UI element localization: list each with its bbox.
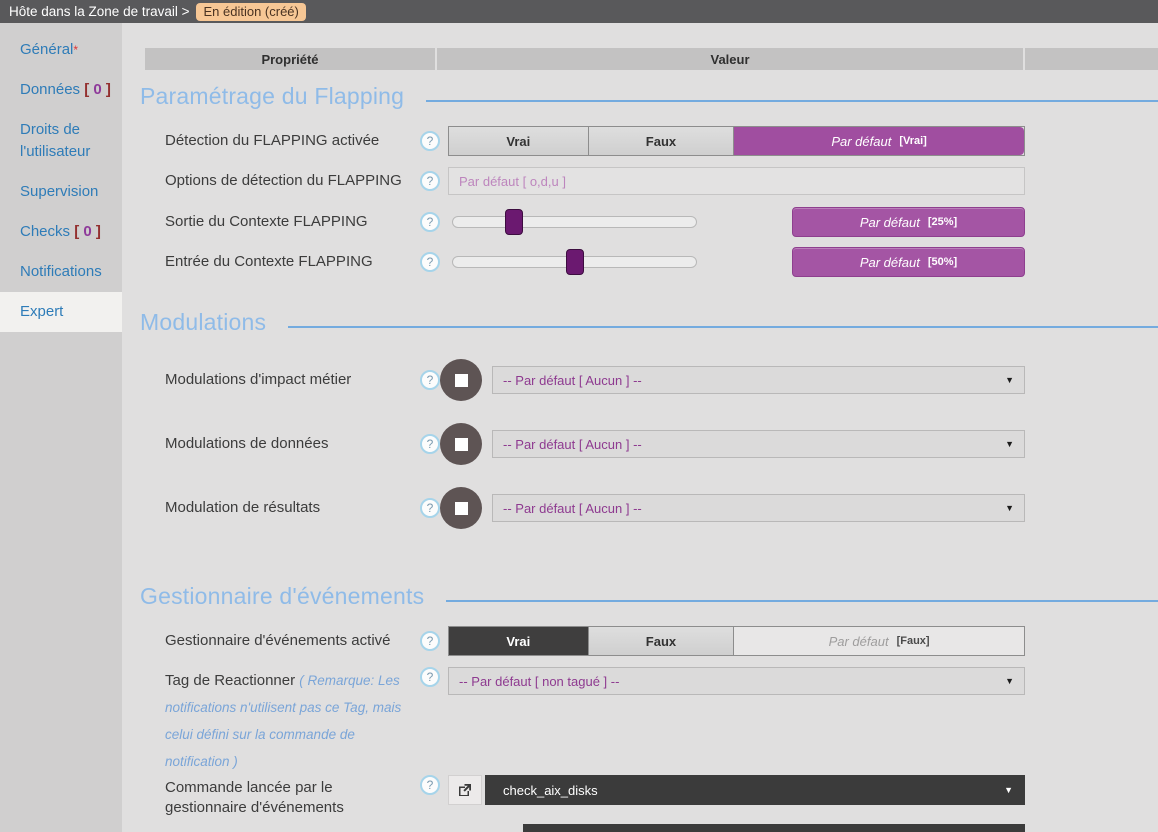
high-threshold-default-button[interactable]: Par défaut [50%] [792,247,1025,277]
checks-count: 0 [83,223,91,240]
reactionner-tag-select[interactable]: -- Par défaut [ non tagué ] -- ▼ [448,667,1025,695]
sidebar-item-expert[interactable]: Expert [0,292,122,332]
row-flapping-detection: Détection du FLAPPING activée ? Vrai Fau… [140,126,1158,156]
help-icon[interactable]: ? [420,667,440,687]
column-header-value: Valeur [437,48,1023,70]
sidebar-item-general[interactable]: Général* [0,30,122,70]
toggle-option-false[interactable]: Faux [589,627,734,655]
chevron-down-icon: ▼ [1005,375,1014,385]
field-label: Commande lancée par le gestionnaire d'év… [140,775,412,818]
high-threshold-slider[interactable] [452,256,697,268]
section-title-event-handler: Gestionnaire d'événements [140,583,1158,610]
row-modulation-impact: Modulations d'impact métier ? -- Par déf… [140,359,1158,401]
column-header-property: Propriété [145,48,435,70]
help-icon[interactable]: ? [420,498,440,518]
low-threshold-default-button[interactable]: Par défaut [25%] [792,207,1025,237]
help-icon[interactable]: ? [420,434,440,454]
flapping-options-input[interactable] [448,167,1025,195]
event-handler-toggle: Vrai Faux Par défaut [Faux] [448,626,1025,656]
section-rule [288,326,1158,328]
external-link-icon [458,783,472,797]
sidebar-item-droits[interactable]: Droits de l'utilisateur [0,110,122,172]
toggle-option-default[interactable]: Par défaut [Faux] [734,627,1024,655]
toggle-option-true[interactable]: Vrai [449,627,589,655]
breadcrumb-bar: Hôte dans la Zone de travail > En éditio… [0,0,1158,23]
low-threshold-slider[interactable] [452,216,697,228]
row-flapping-options: Options de détection du FLAPPING ? [140,167,1158,195]
help-icon[interactable]: ? [420,131,440,151]
field-label: Sortie du Contexte FLAPPING [140,212,412,232]
help-icon[interactable]: ? [420,252,440,272]
row-modulation-donnees: Modulations de données ? -- Par défaut [… [140,423,1158,465]
row-event-handler-enabled: Gestionnaire d'événements activé ? Vrai … [140,626,1158,656]
row-command-args: Args [140,824,1158,832]
field-label: Détection du FLAPPING activée [140,131,412,151]
section-rule [426,100,1158,102]
args-input[interactable] [523,824,1025,832]
flapping-detection-toggle: Vrai Faux Par défaut [Vrai] [448,126,1025,156]
row-event-handler-command: Commande lancée par le gestionnaire d'év… [140,775,1158,818]
help-icon[interactable]: ? [420,370,440,390]
chevron-down-icon: ▼ [1005,503,1014,513]
sidebar-item-supervision[interactable]: Supervision [0,172,122,212]
main-content: Propriété Valeur Paramétrage du Flapping… [140,23,1158,832]
sidebar-item-donnees[interactable]: Données [ 0 ] [0,70,122,110]
stop-button[interactable] [440,423,482,465]
section-rule [446,600,1158,602]
field-label: Modulations de données [140,434,412,454]
sidebar: Général* Données [ 0 ] Droits de l'utili… [0,23,122,832]
toggle-option-true[interactable]: Vrai [449,127,589,155]
field-label: Modulations d'impact métier [140,370,412,390]
help-icon[interactable]: ? [420,775,440,795]
app-root: Hôte dans la Zone de travail > En éditio… [0,0,1158,832]
status-badge: En édition (créé) [196,3,305,21]
stop-icon [455,374,468,387]
modulation-impact-select[interactable]: -- Par défaut [ Aucun ] -- ▼ [492,366,1025,394]
stop-icon [455,438,468,451]
row-flapping-low-threshold: Sortie du Contexte FLAPPING ? Par défaut… [140,207,1158,237]
open-command-button[interactable] [448,775,482,805]
row-flapping-high-threshold: Entrée du Contexte FLAPPING ? Par défaut… [140,247,1158,277]
field-label: Options de détection du FLAPPING [140,171,412,191]
sidebar-nav: Général* Données [ 0 ] Droits de l'utili… [0,23,122,332]
toggle-option-false[interactable]: Faux [589,127,734,155]
chevron-down-icon: ▼ [1004,785,1013,795]
chevron-down-icon: ▼ [1005,676,1014,686]
modulation-resultats-select[interactable]: -- Par défaut [ Aucun ] -- ▼ [492,494,1025,522]
column-header-empty [1025,48,1158,70]
donnees-count: 0 [93,81,101,98]
stop-button[interactable] [440,487,482,529]
row-modulation-resultats: Modulation de résultats ? -- Par défaut … [140,487,1158,529]
modulation-donnees-select[interactable]: -- Par défaut [ Aucun ] -- ▼ [492,430,1025,458]
stop-icon [455,502,468,515]
field-label: Gestionnaire d'événements activé [140,631,412,651]
field-label: Modulation de résultats [140,498,412,518]
slider-handle[interactable] [566,249,584,275]
required-asterisk: * [73,43,78,57]
sidebar-item-checks[interactable]: Checks [ 0 ] [0,212,122,252]
command-select[interactable]: check_aix_disks ▼ [485,775,1025,805]
toggle-option-default[interactable]: Par défaut [Vrai] [734,127,1024,155]
help-icon[interactable]: ? [420,212,440,232]
help-icon[interactable]: ? [420,171,440,191]
section-title-flapping: Paramétrage du Flapping [140,83,1158,110]
section-title-modulations: Modulations [140,309,1158,336]
row-reactionner-tag: Tag de Reactionner ( Remarque: Les notif… [140,667,1158,775]
help-icon[interactable]: ? [420,631,440,651]
slider-handle[interactable] [505,209,523,235]
breadcrumb: Hôte dans la Zone de travail > [9,4,189,19]
chevron-down-icon: ▼ [1005,439,1014,449]
field-label: Entrée du Contexte FLAPPING [140,252,412,272]
sidebar-item-notifications[interactable]: Notifications [0,252,122,292]
table-header: Propriété Valeur [145,48,1158,70]
stop-button[interactable] [440,359,482,401]
field-label: Tag de Reactionner ( Remarque: Les notif… [140,667,412,775]
